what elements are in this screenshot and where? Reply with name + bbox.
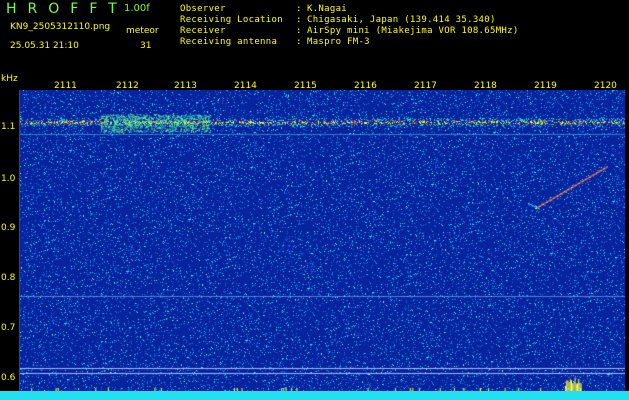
y-tick-0.7: 0.7 xyxy=(1,323,16,333)
receiver-value: AirSpy mini (Miakejima VOR 108.65MHz) xyxy=(307,26,519,36)
y-tick-0.9: 0.9 xyxy=(1,223,16,233)
y-tick-1.0: 1.0 xyxy=(1,174,16,184)
file-name: KN9_2505312110.png xyxy=(10,22,111,32)
meteor-count-label: meteor xyxy=(126,26,159,36)
app-version: 1.00f xyxy=(124,3,150,14)
app-logo: HROFFT xyxy=(6,1,128,17)
receiver-label: Receiver xyxy=(180,26,226,36)
location-separator: : xyxy=(296,15,302,25)
y-tick-1.1: 1.1 xyxy=(1,122,16,132)
receiver-separator: : xyxy=(296,26,302,36)
y-tick-0.6: 0.6 xyxy=(1,373,16,383)
y-tick-0.8: 0.8 xyxy=(1,273,16,283)
observer-separator: : xyxy=(296,4,302,14)
meteor-count-value: 31 xyxy=(140,41,152,51)
bottom-signal-bar xyxy=(0,391,629,400)
antenna-value: Maspro FM-3 xyxy=(307,37,370,47)
observer-value: K.Nagai xyxy=(307,4,348,14)
observation-datetime: 25.05.31 21:10 xyxy=(10,41,79,51)
y-axis-unit: kHz xyxy=(1,74,18,84)
left-axis-line xyxy=(19,90,20,400)
antenna-label: Receiving antenna xyxy=(180,37,278,47)
location-value: Chigasaki, Japan (139.414 35.340) xyxy=(307,15,496,25)
header-panel: HROFFT 1.00f KN9_2505312110.png 25.05.31… xyxy=(0,0,629,84)
spectrogram-panel xyxy=(20,90,625,400)
spectrogram-canvas xyxy=(20,90,625,400)
location-label: Receiving Location xyxy=(180,15,283,25)
antenna-separator: : xyxy=(296,37,302,47)
observer-label: Observer xyxy=(180,4,226,14)
